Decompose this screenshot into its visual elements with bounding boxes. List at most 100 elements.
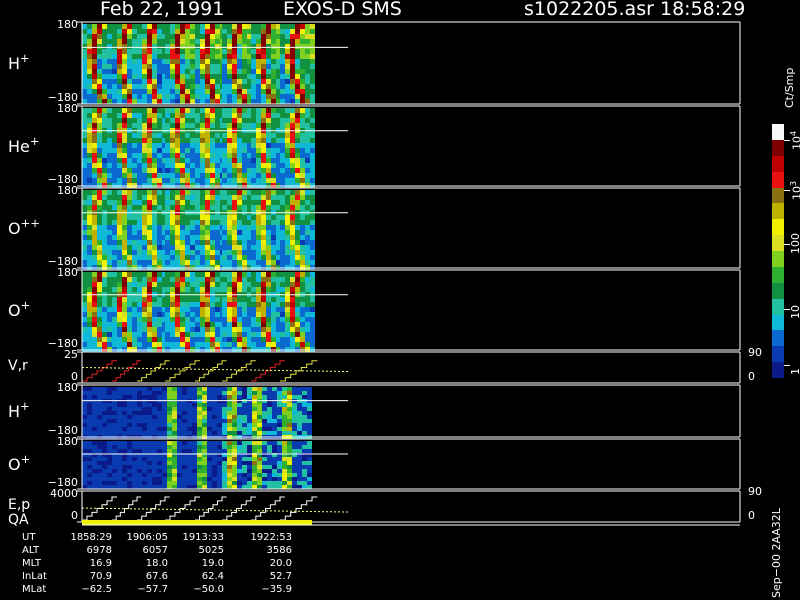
heatmap-cell <box>227 153 232 158</box>
heatmap-cell <box>297 407 302 411</box>
heatmap-cell <box>222 39 227 44</box>
heatmap-cell <box>180 205 185 210</box>
heatmap-cell <box>127 44 132 49</box>
heatmap-cell <box>237 235 242 240</box>
heatmap-cell <box>295 148 300 153</box>
heatmap-cell <box>180 123 185 128</box>
heatmap-cell <box>242 465 247 469</box>
heatmap-cell <box>97 419 102 423</box>
heatmap-cell <box>266 317 271 322</box>
heatmap-cell <box>170 39 175 44</box>
heatmap-cell <box>92 190 97 195</box>
heatmap-cell <box>272 395 277 399</box>
heatmap-cell <box>237 205 242 210</box>
heatmap-cell <box>300 250 305 255</box>
heatmap-cell <box>107 94 112 99</box>
heatmap-cell <box>165 190 170 195</box>
heatmap-cell <box>200 173 205 178</box>
heatmap-cell <box>167 403 172 407</box>
heatmap-cell <box>112 302 117 307</box>
heatmap-cell <box>107 49 112 54</box>
heatmap-cell <box>185 133 190 138</box>
heatmap-cell <box>180 143 185 148</box>
heatmap-cell <box>242 387 247 391</box>
heatmap-cell <box>266 337 271 342</box>
heatmap-cell <box>232 245 237 250</box>
heatmap-cell <box>262 477 267 481</box>
heatmap-cell <box>212 445 217 449</box>
heatmap-cell <box>242 391 247 395</box>
heatmap-cell <box>307 419 312 423</box>
heatmap-cell <box>185 332 190 337</box>
heatmap-cell <box>185 255 190 260</box>
footer-value: 5025 <box>198 545 224 556</box>
heatmap-cell <box>256 327 261 332</box>
heatmap-cell <box>180 322 185 327</box>
heatmap-cell <box>267 441 272 445</box>
heatmap-cell <box>112 403 117 407</box>
heatmap-cell <box>215 272 220 277</box>
heatmap-cell <box>251 44 256 49</box>
heatmap-cell <box>237 69 242 74</box>
heatmap-cell <box>271 79 276 84</box>
heatmap-cell <box>137 272 142 277</box>
heatmap-cell <box>137 205 142 210</box>
heatmap-cell <box>300 178 305 183</box>
heatmap-cell <box>290 307 295 312</box>
heatmap-cell <box>107 153 112 158</box>
heatmap-cell <box>280 282 285 287</box>
heatmap-cell <box>142 225 147 230</box>
heatmap-cell <box>292 441 297 445</box>
heatmap-cell <box>107 84 112 89</box>
heatmap-cell <box>272 423 277 427</box>
heatmap-cell <box>137 94 142 99</box>
heatmap-cell <box>82 250 87 255</box>
heatmap-cell <box>157 44 162 49</box>
heatmap-cell <box>107 200 112 205</box>
heatmap-cell <box>175 312 180 317</box>
heatmap-cell <box>261 245 266 250</box>
heatmap-cell <box>261 307 266 312</box>
heatmap-cell <box>305 143 310 148</box>
heatmap-cell <box>205 173 210 178</box>
heatmap-cell <box>280 287 285 292</box>
heatmap-cell <box>107 445 112 449</box>
heatmap-cell <box>117 431 122 435</box>
heatmap-cell <box>152 123 157 128</box>
heatmap-cell <box>127 415 132 419</box>
heatmap-cell <box>170 118 175 123</box>
heatmap-cell <box>147 395 152 399</box>
heatmap-cell <box>87 342 92 347</box>
heatmap-cell <box>256 113 261 118</box>
heatmap-cell <box>102 322 107 327</box>
heatmap-cell <box>251 225 256 230</box>
heatmap-cell <box>180 235 185 240</box>
heatmap-cell <box>280 272 285 277</box>
heatmap-cell <box>157 255 162 260</box>
heatmap-cell <box>175 153 180 158</box>
heatmap-cell <box>251 240 256 245</box>
heatmap-cell <box>200 287 205 292</box>
heatmap-cell <box>112 190 117 195</box>
heatmap-cell <box>280 215 285 220</box>
heatmap-cell <box>117 113 122 118</box>
heatmap-cell <box>180 230 185 235</box>
heatmap-cell <box>305 277 310 282</box>
heatmap-cell <box>112 99 117 104</box>
heatmap-cell <box>256 29 261 34</box>
heatmap-cell <box>170 282 175 287</box>
heatmap-cell <box>205 108 210 113</box>
heatmap-cell <box>232 457 237 461</box>
heatmap-cell <box>242 158 247 163</box>
heatmap-cell <box>137 215 142 220</box>
heatmap-cell <box>200 178 205 183</box>
heatmap-cell <box>92 153 97 158</box>
heatmap-cell <box>187 465 192 469</box>
heatmap-cell <box>127 49 132 54</box>
heatmap-cell <box>200 255 205 260</box>
heatmap-cell <box>182 481 187 485</box>
heatmap-cell <box>310 79 315 84</box>
heatmap-cell <box>117 34 122 39</box>
heatmap-cell <box>185 74 190 79</box>
heatmap-cell <box>210 178 215 183</box>
